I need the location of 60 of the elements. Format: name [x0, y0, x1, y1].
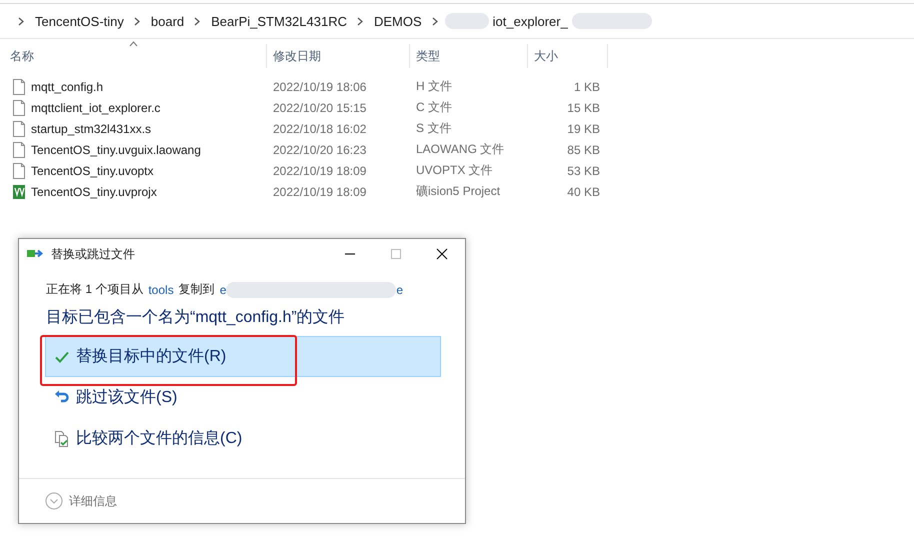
- table-cell-text: 85 KB: [566, 142, 601, 156]
- file-icon: [12, 100, 26, 116]
- breadcrumb-item[interactable]: BearPi_STM32L431RC: [207, 14, 351, 28]
- table-cell-text: S 文件: [415, 120, 452, 137]
- table-cell-text: 2022/10/18 16:02: [272, 122, 368, 136]
- table-cell-text: 53 KB: [566, 164, 601, 178]
- option-button[interactable]: 替换目标中的文件(R): [45, 336, 441, 377]
- breadcrumb-item[interactable]: TencentOS-tiny: [31, 14, 128, 28]
- table-cell-text: LAOWANG 文件: [415, 141, 506, 158]
- table-cell-text: 2022/10/20 15:15: [272, 100, 368, 114]
- chevron-icon: [194, 16, 202, 26]
- file-name[interactable]: TencentOS_tiny.uvoptx: [31, 164, 154, 178]
- chevron-icon: [432, 16, 439, 26]
- table-cell-text: UVOPTX 文件: [415, 162, 494, 179]
- file-name[interactable]: TencentOS_tiny.uvguix.laowang: [31, 142, 201, 156]
- table-cell-text: 2022/10/20 16:23: [272, 142, 368, 156]
- table-cell-text: C 文件: [415, 99, 453, 116]
- file-name[interactable]: startup_stm32l431xx.s: [31, 122, 152, 136]
- table-cell-text: H 文件: [415, 78, 453, 95]
- maximize-icon: [390, 248, 402, 260]
- copy-text: 复制到: [178, 281, 215, 298]
- column-header[interactable]: 类型: [410, 44, 528, 68]
- table-cell-text: 2022/10/19 18:09: [272, 164, 368, 178]
- column-header[interactable]: 名称: [0, 44, 267, 68]
- option-button[interactable]: 跳过该文件(S): [45, 377, 441, 418]
- table-cell-text: 19 KB: [566, 122, 601, 136]
- table-cell-text: 礦ision5 Project: [415, 183, 502, 200]
- project-file-icon: [12, 184, 26, 200]
- file-name[interactable]: mqttclient_iot_explorer.c: [31, 100, 160, 114]
- table-cell-text: 2022/10/19 18:06: [272, 80, 368, 94]
- table-cell-text: 15 KB: [566, 100, 601, 114]
- breadcrumb-item[interactable]: DEMOS: [370, 14, 426, 28]
- file-name[interactable]: TencentOS_tiny.uvprojx: [31, 184, 157, 198]
- option-button[interactable]: 比较两个文件的信息(C): [45, 418, 441, 459]
- destination-link[interactable]: e: [220, 282, 226, 296]
- dialog-heading: 目标已包含一个名为“mqtt_config.h”的文件: [46, 308, 346, 328]
- table-cell-text: 40 KB: [566, 184, 601, 198]
- file-icon: [12, 120, 26, 136]
- file-icon: [12, 78, 26, 94]
- breadcrumb-item[interactable]: iot_explorer_: [488, 14, 572, 28]
- close-icon: [436, 248, 448, 260]
- chevron-icon: [18, 16, 25, 26]
- table-cell-text: 2022/10/19 18:09: [272, 184, 368, 198]
- file-name[interactable]: mqtt_config.h: [31, 80, 104, 94]
- table-cell-text: 1 KB: [572, 80, 601, 94]
- file-icon: [12, 162, 26, 178]
- breadcrumb-item[interactable]: board: [146, 14, 188, 28]
- column-header[interactable]: 修改日期: [267, 44, 410, 68]
- chevron-icon: [134, 16, 141, 26]
- chevron-icon: [356, 16, 364, 26]
- chevron-down-icon: [45, 492, 63, 510]
- column-header[interactable]: 大小: [528, 44, 608, 68]
- file-icon: [12, 142, 26, 158]
- compare-files-icon: [54, 430, 70, 446]
- window-title: 替换或跳过文件: [51, 246, 136, 262]
- source-link[interactable]: tools: [148, 282, 174, 296]
- details-button[interactable]: 详细信息: [45, 492, 117, 510]
- copy-text: 正在将 1 个项目从: [46, 281, 144, 298]
- copy-arrow-icon: [27, 248, 45, 260]
- destination-link[interactable]: e: [396, 282, 404, 296]
